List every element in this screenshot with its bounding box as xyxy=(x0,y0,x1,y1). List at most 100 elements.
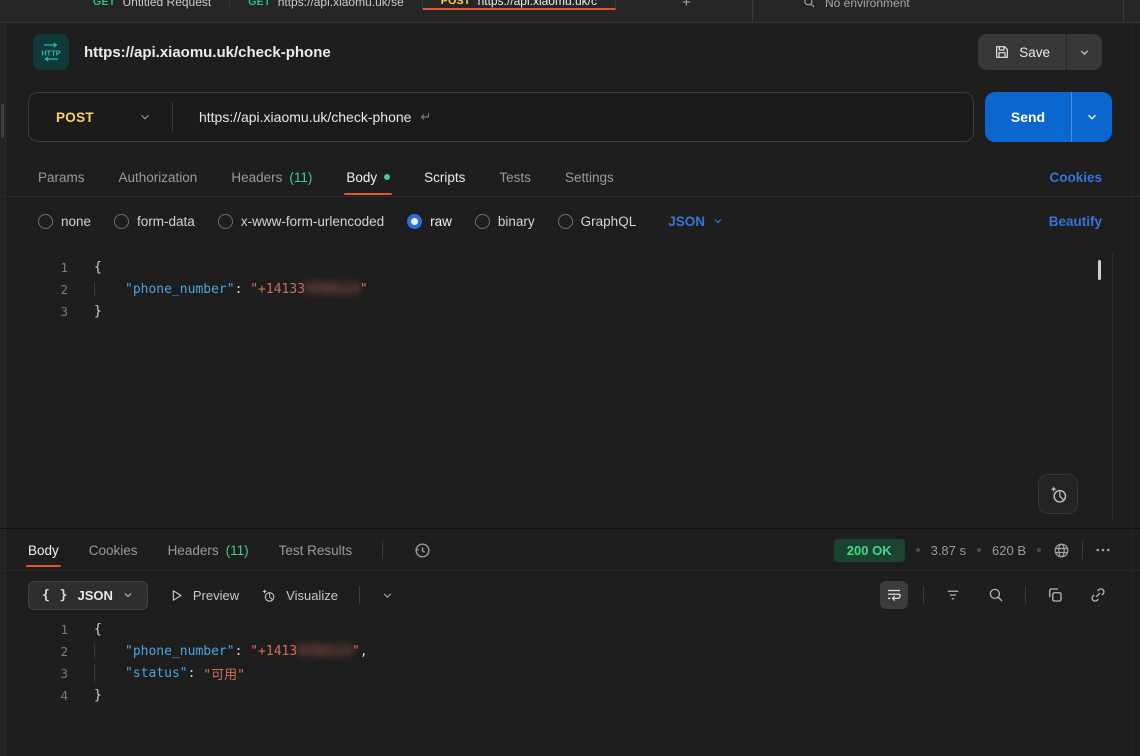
body-type-raw[interactable]: raw xyxy=(407,214,452,229)
globe-icon[interactable] xyxy=(1052,541,1071,560)
tab-settings[interactable]: Settings xyxy=(565,158,614,196)
topbar-tabs: GETUntitled RequestGEThttps://api.xiaomu… xyxy=(75,0,616,10)
response-size[interactable]: 620 B xyxy=(992,543,1026,558)
divider xyxy=(752,0,753,22)
code-token xyxy=(94,664,125,683)
tab-headers[interactable]: Headers(11) xyxy=(231,158,312,196)
tab-label: Cookies xyxy=(89,543,138,558)
tab-params[interactable]: Params xyxy=(38,158,85,196)
response-tab-test-results[interactable]: Test Results xyxy=(279,532,353,568)
history-icon[interactable] xyxy=(413,541,432,560)
sidebar-handle[interactable] xyxy=(1,104,4,138)
code-content: { xyxy=(94,260,102,275)
response-tab-headers[interactable]: Headers(11) xyxy=(168,532,249,568)
send-button[interactable]: Send xyxy=(985,92,1071,142)
window-tab[interactable]: POSThttps://api.xiaomu.uk/c xyxy=(423,0,616,10)
tab-authorization[interactable]: Authorization xyxy=(119,158,198,196)
request-body-editor[interactable]: 1{2"phone_number": "+141335550123"3} xyxy=(28,256,1096,322)
new-tab-button[interactable]: + xyxy=(682,0,691,11)
copy-button[interactable] xyxy=(1041,581,1069,609)
response-body-editor[interactable]: 1{2"phone_number": "+14135550123",3"stat… xyxy=(28,618,1096,706)
body-type-options: none form-data x-www-form-urlencoded raw bin… xyxy=(38,214,636,229)
window-tab-label: https://api.xiaomu.uk/se xyxy=(278,0,404,9)
method-selector[interactable]: POST xyxy=(29,110,94,125)
line-number: 4 xyxy=(28,688,68,703)
tab-label: Authorization xyxy=(119,170,198,185)
tab-label: Settings xyxy=(565,170,614,185)
separator-dot xyxy=(916,548,920,552)
save-button-label: Save xyxy=(1019,45,1050,60)
filter-button[interactable] xyxy=(939,581,967,609)
line-number: 1 xyxy=(28,622,68,637)
response-tab-cookies[interactable]: Cookies xyxy=(89,532,138,568)
save-options-button[interactable] xyxy=(1066,34,1102,70)
divider xyxy=(1123,0,1124,22)
divider xyxy=(172,102,173,132)
response-toolbar: { } JSON Preview Visualize xyxy=(28,578,1112,612)
body-type-row: none form-data x-www-form-urlencoded raw bin… xyxy=(38,204,1102,238)
section-divider xyxy=(0,528,1140,529)
url-input[interactable]: https://api.xiaomu.uk/check-phone xyxy=(199,109,411,125)
code-line: 1{ xyxy=(28,618,1096,640)
response-format-selector[interactable]: { } JSON xyxy=(28,581,148,610)
tab-body[interactable]: Body xyxy=(346,158,390,196)
code-line: 4} xyxy=(28,684,1096,706)
code-token: { xyxy=(94,260,102,275)
method-selector-caret[interactable] xyxy=(138,110,152,124)
code-token: "phone_number" xyxy=(125,644,235,659)
redacted-text: 5550123 xyxy=(305,282,360,297)
tab-label: Body xyxy=(346,170,377,185)
window-tab[interactable]: GEThttps://api.xiaomu.uk/se xyxy=(230,0,423,10)
window-tab-bar: GETUntitled RequestGEThttps://api.xiaomu… xyxy=(0,0,1140,23)
body-type-none[interactable]: none xyxy=(38,214,91,229)
tab-tests[interactable]: Tests xyxy=(499,158,531,196)
tab-label: Params xyxy=(38,170,85,185)
wrap-text-button[interactable] xyxy=(880,581,908,609)
code-token: "+14133 xyxy=(250,282,305,297)
visualize-button[interactable]: Visualize xyxy=(260,587,338,604)
response-time[interactable]: 3.87 s xyxy=(931,543,966,558)
request-header: HTTP https://api.xiaomu.uk/check-phone S… xyxy=(33,28,1102,76)
code-token: " xyxy=(352,644,360,659)
radio-label: none xyxy=(61,214,91,229)
divider xyxy=(1025,586,1026,604)
preview-button[interactable]: Preview xyxy=(169,588,239,603)
request-tabs: Params Authorization Headers(11) Body Script… xyxy=(38,158,1102,196)
body-type-graphql[interactable]: GraphQL xyxy=(558,214,637,229)
url-bar: POST https://api.xiaomu.uk/check-phone ↵… xyxy=(28,92,1112,142)
link-button[interactable] xyxy=(1084,581,1112,609)
body-type-x-www-form-urlencoded[interactable]: x-www-form-urlencoded xyxy=(218,214,384,229)
postbot-button[interactable] xyxy=(1038,474,1078,514)
code-content: "status": "可用" xyxy=(94,664,245,683)
window-tab[interactable]: GETUntitled Request xyxy=(75,0,230,10)
url-box: POST https://api.xiaomu.uk/check-phone ↵ xyxy=(28,92,974,142)
link-icon xyxy=(1089,586,1107,604)
app-window: GETUntitled RequestGEThttps://api.xiaomu… xyxy=(0,0,1140,756)
more-icon[interactable] xyxy=(1094,541,1112,559)
search-response-button[interactable] xyxy=(982,581,1010,609)
http-badge-icon: HTTP xyxy=(33,34,69,70)
status-badge[interactable]: 200 OK xyxy=(834,539,905,562)
editor-scrollbar-thumb[interactable] xyxy=(1098,260,1101,280)
beautify-link[interactable]: Beautify xyxy=(1049,214,1102,229)
search-icon xyxy=(987,586,1005,604)
code-token: "phone_number" xyxy=(125,282,235,297)
code-line: 2"phone_number": "+14135550123", xyxy=(28,640,1096,662)
chevron-down-icon[interactable] xyxy=(381,589,394,602)
cookies-link[interactable]: Cookies xyxy=(1049,170,1102,185)
environment-selector[interactable]: No environment xyxy=(803,0,910,11)
send-options-button[interactable] xyxy=(1071,92,1112,142)
body-type-binary[interactable]: binary xyxy=(475,214,535,229)
code-content: } xyxy=(94,688,102,703)
language-selector[interactable]: JSON xyxy=(668,214,724,229)
save-button[interactable]: Save xyxy=(978,34,1066,70)
body-type-form-data[interactable]: form-data xyxy=(114,214,195,229)
response-tools xyxy=(880,581,1112,609)
tab-scripts[interactable]: Scripts xyxy=(424,158,465,196)
send-split-button: Send xyxy=(985,92,1112,142)
response-tab-body[interactable]: Body xyxy=(28,532,59,568)
radio-label: raw xyxy=(430,214,452,229)
code-content: } xyxy=(94,304,102,319)
window-tab-method: GET xyxy=(93,0,116,8)
sparkle-icon xyxy=(260,587,277,604)
